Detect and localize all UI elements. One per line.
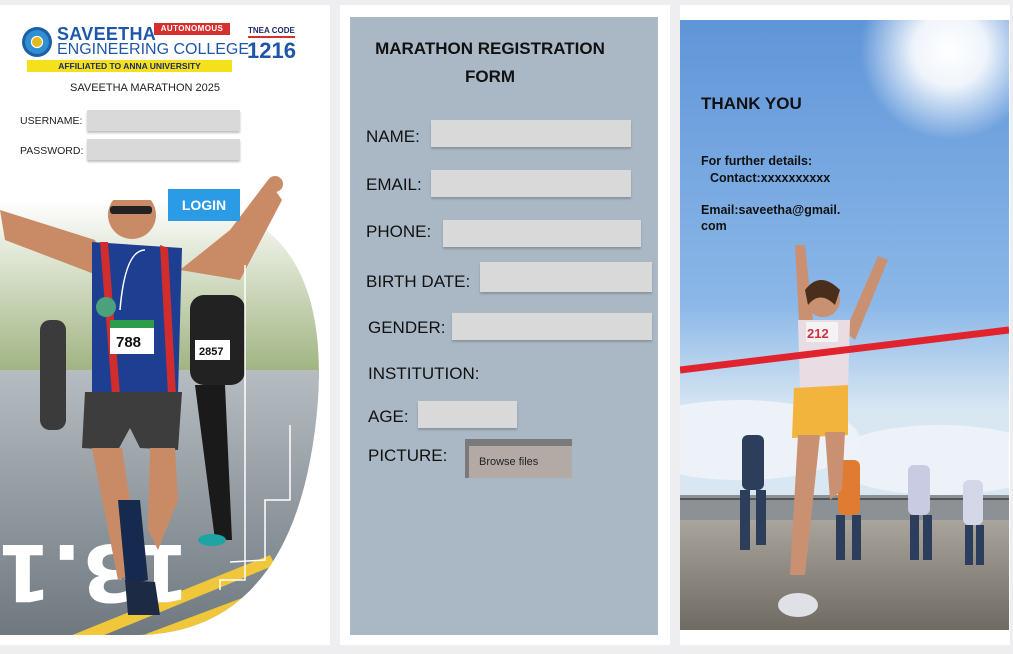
birth-date-label: BIRTH DATE: [366, 272, 471, 291]
login-screen: SAVEETHA AUTONOMOUS ENGINEERING COLLEGE … [0, 5, 330, 645]
tnea-code-label: TNEA CODE [248, 26, 295, 38]
thank-you-screen: 212 THANK YOU For further details: Conta… [680, 5, 1010, 645]
event-title: SAVEETHA MARATHON 2025 [70, 82, 220, 94]
college-emblem-icon [22, 27, 52, 57]
username-input[interactable] [87, 110, 240, 131]
email-text-line1: Email:saveetha@gmail. [701, 203, 841, 217]
email-label: EMAIL: [366, 175, 422, 194]
college-logo: SAVEETHA AUTONOMOUS ENGINEERING COLLEGE … [22, 23, 249, 73]
name-label: NAME: [366, 127, 420, 146]
contact-text: Contact:xxxxxxxxxx [710, 171, 831, 185]
autonomous-badge: AUTONOMOUS [154, 23, 230, 35]
file-upload-area: Browse files [465, 439, 572, 478]
username-label: USERNAME: [20, 115, 83, 127]
phone-input[interactable] [443, 220, 641, 247]
background-runner-bib: 2857 [199, 346, 223, 358]
birth-date-input[interactable] [480, 262, 652, 292]
affiliation-banner: AFFILIATED TO ANNA UNIVERSITY [27, 60, 232, 72]
details-text: For further details: [701, 154, 813, 168]
registration-form-card: MARATHON REGISTRATION FORM NAME: EMAIL: … [350, 17, 658, 635]
email-input[interactable] [431, 170, 631, 197]
tnea-code-value: 1216 [247, 38, 296, 63]
thank-you-title: THANK YOU [701, 94, 802, 113]
browse-files-button[interactable]: Browse files [469, 446, 572, 478]
picture-label: PICTURE: [368, 446, 448, 465]
institution-label: INSTITUTION: [368, 364, 480, 383]
form-title: MARATHON REGISTRATION FORM [375, 39, 605, 86]
age-label: AGE: [368, 407, 409, 426]
gender-label: GENDER: [368, 318, 446, 337]
winner-bib: 212 [807, 326, 829, 341]
college-name-line2: ENGINEERING COLLEGE [57, 41, 250, 58]
runner-photo: 2857 13.1 HALF MARATHON 788 [0, 176, 319, 645]
age-input[interactable] [418, 401, 517, 428]
password-label: PASSWORD: [20, 145, 84, 157]
gender-input[interactable] [452, 313, 652, 340]
email-text-line2: com [701, 219, 727, 233]
name-input[interactable] [431, 120, 631, 147]
road-half-marathon: HALF MARATHON [0, 631, 172, 645]
main-runner-bib: 788 [116, 334, 141, 351]
login-button[interactable]: LOGIN [168, 189, 240, 221]
password-input[interactable] [87, 139, 240, 160]
registration-screen: MARATHON REGISTRATION FORM NAME: EMAIL: … [340, 5, 670, 645]
phone-label: PHONE: [366, 222, 432, 241]
